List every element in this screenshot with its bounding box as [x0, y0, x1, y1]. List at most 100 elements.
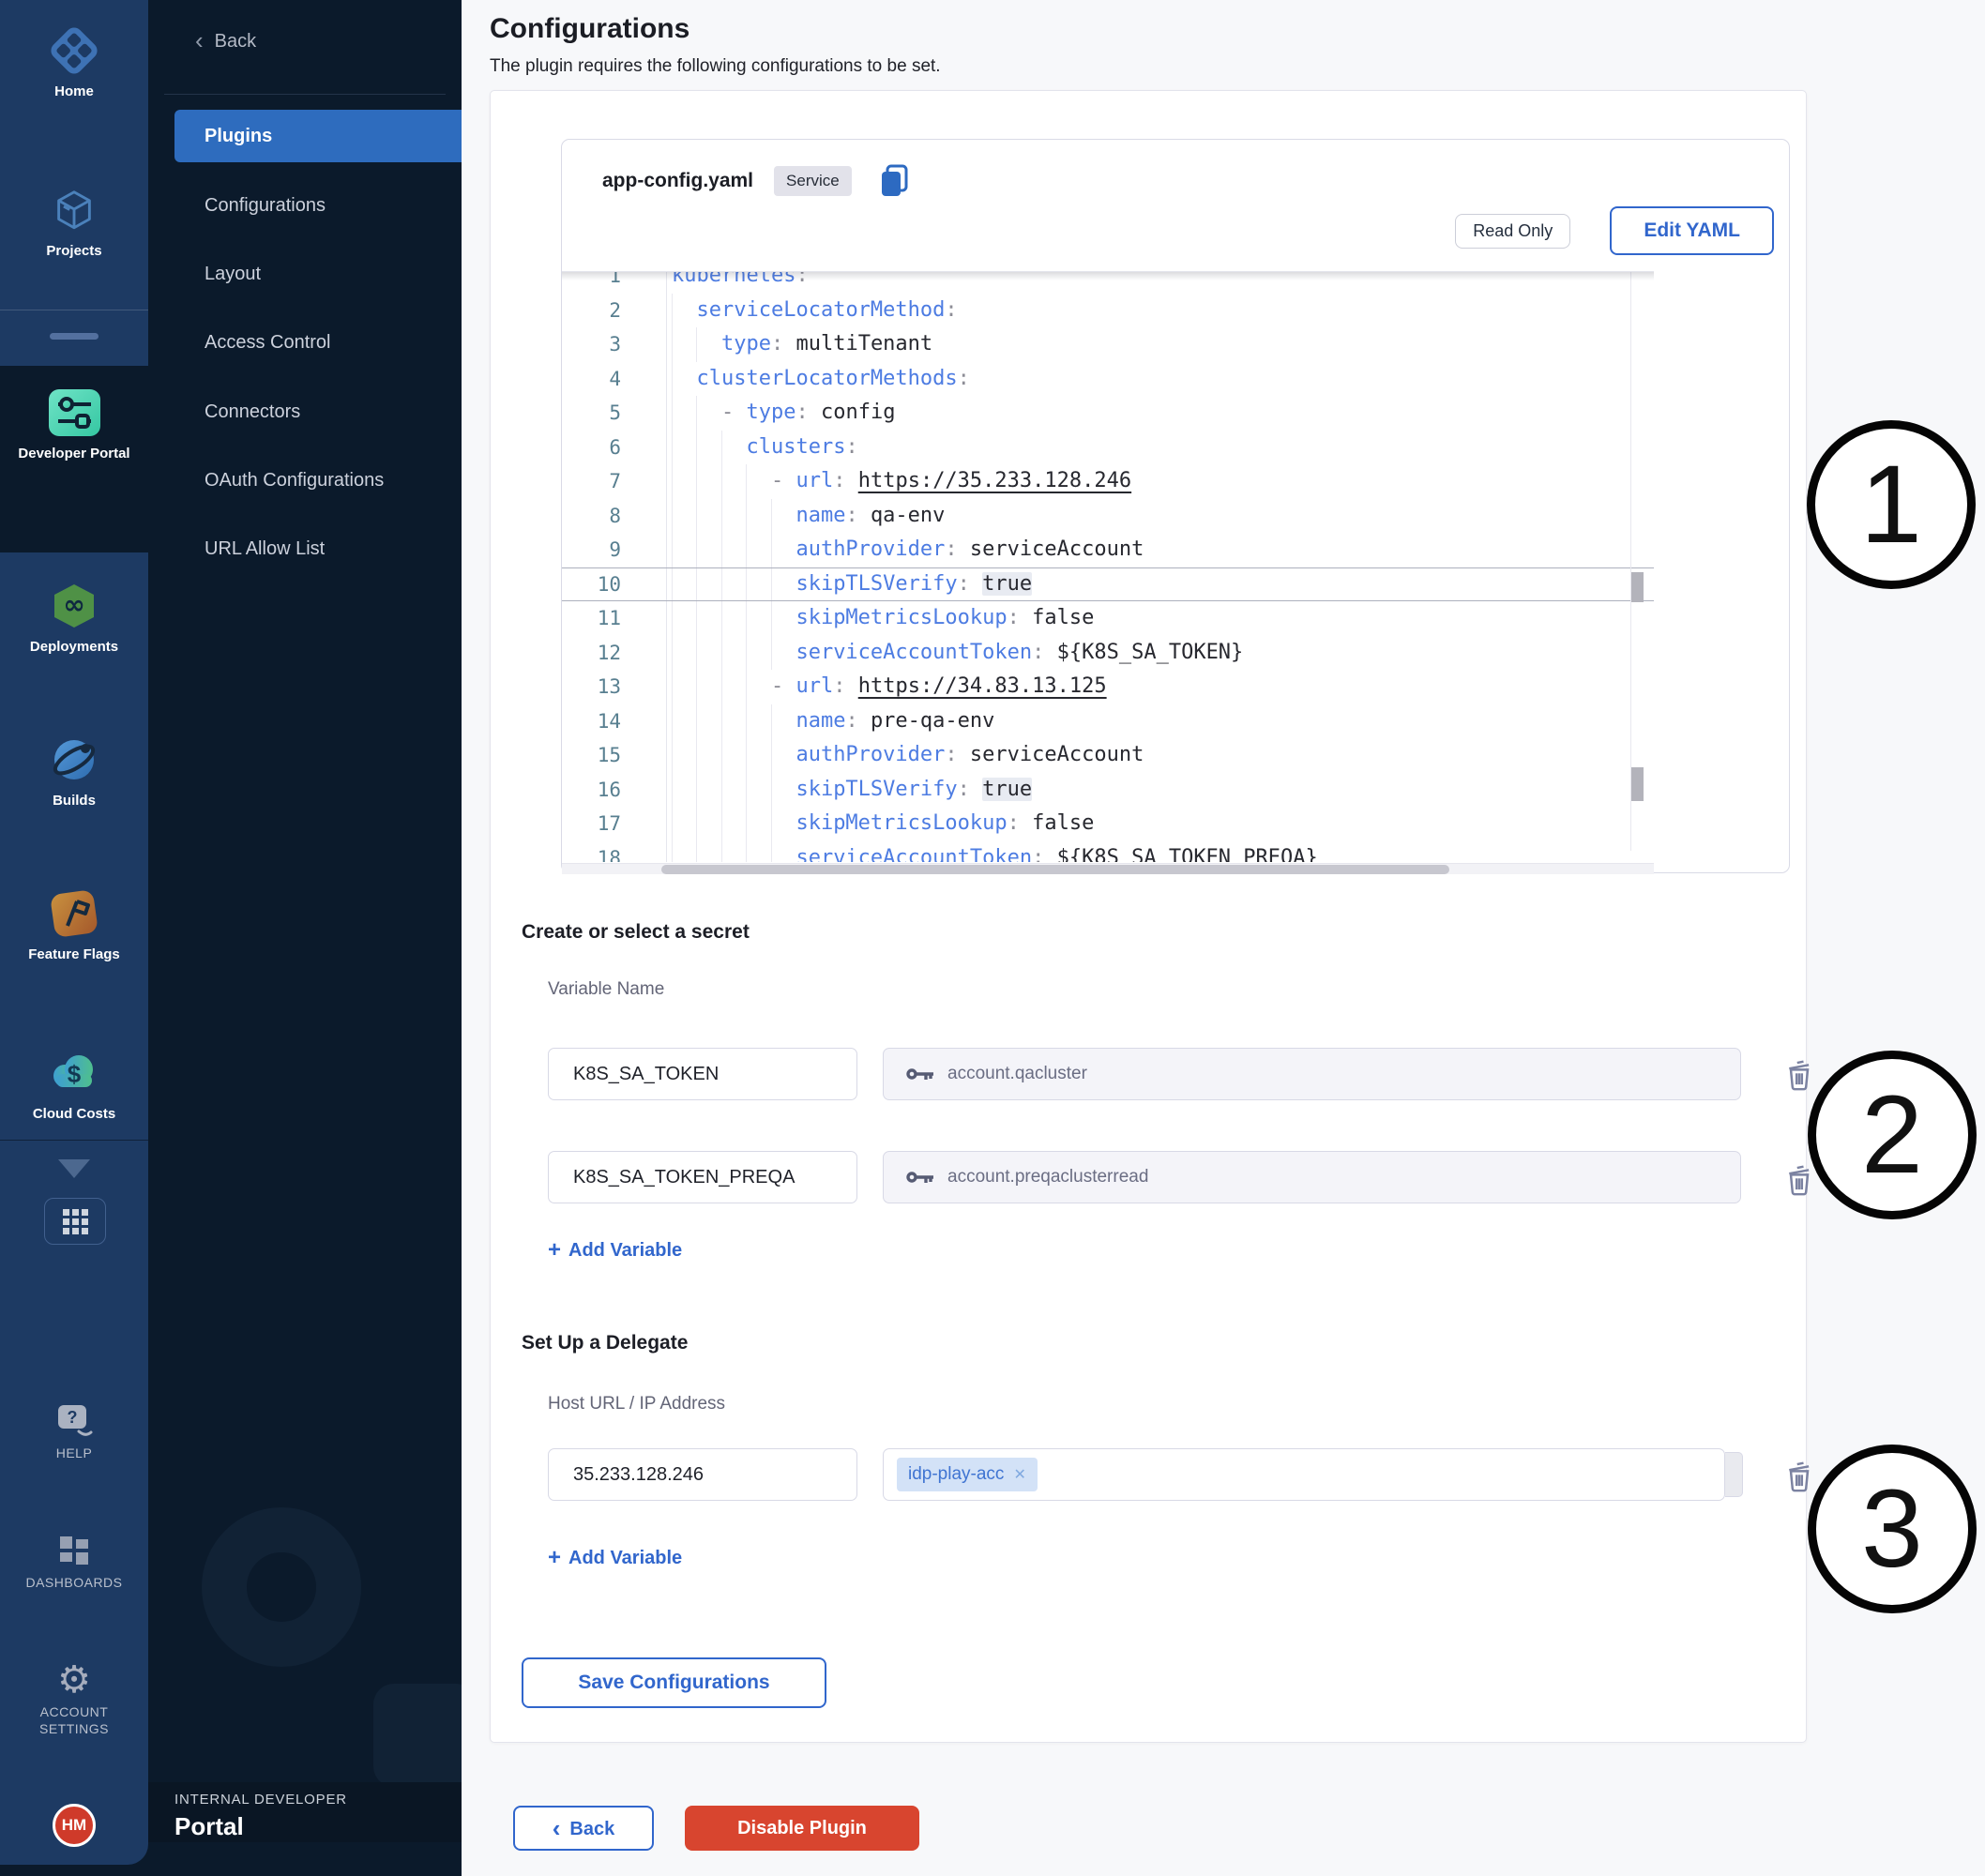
code-line-5: 5 - type: config	[562, 396, 1654, 431]
footer-product-name: Portal	[174, 1812, 244, 1841]
read-only-badge: Read Only	[1455, 214, 1570, 249]
host-url-input[interactable]: 35.233.128.246	[548, 1448, 857, 1501]
code-line-8: 8 name: qa-env	[562, 499, 1654, 534]
edit-yaml-button[interactable]: Edit YAML	[1610, 206, 1774, 255]
sidebar-expand-strip[interactable]	[0, 1140, 148, 1193]
chevron-down-icon	[58, 1159, 90, 1178]
plus-icon: +	[548, 1237, 561, 1263]
key-icon	[906, 1170, 934, 1185]
apps-grid-icon	[63, 1209, 88, 1234]
annotation-circle-3: 3	[1808, 1445, 1977, 1613]
plugin-sidebar: ‹Back Plugins Configurations Layout Acce…	[148, 0, 462, 1876]
delegate-tag-chip[interactable]: idp-play-acc ✕	[897, 1458, 1038, 1491]
code-line-3: 3 type: multiTenant	[562, 327, 1654, 362]
page-subtitle: The plugin requires the following config…	[490, 56, 941, 77]
chevron-left-icon: ‹	[553, 1814, 561, 1842]
delete-delegate-icon[interactable]	[1785, 1460, 1813, 1493]
gear-icon: ⚙	[0, 1658, 148, 1698]
code-line-12: 12 serviceAccountToken: ${K8S_SA_TOKEN}	[562, 636, 1654, 671]
disable-plugin-button[interactable]: Disable Plugin	[685, 1806, 919, 1851]
host-url-label: Host URL / IP Address	[548, 1394, 725, 1415]
code-line-4: 4 clusterLocatorMethods:	[562, 362, 1654, 397]
horizontal-scrollbar[interactable]	[562, 863, 1654, 874]
sidebar-item-developer-portal[interactable]: Developer Portal	[0, 388, 148, 462]
sidebar-item-help[interactable]: ? HELP	[0, 1403, 148, 1461]
tags-input-nub[interactable]	[1725, 1452, 1743, 1497]
dashboards-icon	[0, 1535, 148, 1568]
all-modules-button[interactable]	[44, 1198, 106, 1245]
projects-cube-icon	[0, 186, 148, 234]
sidebar-item-connectors[interactable]: Connectors	[205, 401, 448, 423]
deployments-icon: ∞	[0, 582, 148, 630]
sidebar-item-dashboards[interactable]: DASHBOARDS	[0, 1535, 148, 1591]
decor-square	[373, 1684, 462, 1787]
back-link[interactable]: ‹Back	[195, 26, 256, 55]
svg-text:?: ?	[68, 1408, 78, 1427]
footer-product-label: INTERNAL DEVELOPER	[174, 1792, 347, 1808]
code-line-16: 16 skipTLSVerify: true	[562, 773, 1654, 808]
secret-select-1[interactable]: account.qacluster	[883, 1048, 1741, 1100]
collapse-dash-icon	[50, 333, 98, 340]
sidebar-item-oauth-configurations[interactable]: OAuth Configurations	[205, 470, 448, 492]
save-configurations-button[interactable]: Save Configurations	[522, 1657, 826, 1708]
svg-text:∞: ∞	[63, 589, 84, 620]
sidebar-item-cloud-costs[interactable]: $ Cloud Costs	[0, 1049, 148, 1123]
yaml-code: 1kubernetes:2 serviceLocatorMethod:3 typ…	[562, 271, 1654, 862]
copy-icon[interactable]	[878, 163, 912, 199]
vertical-scrollbar-thumb-2[interactable]	[1631, 767, 1644, 801]
code-line-18: 18 serviceAccountToken: ${K8S_SA_TOKEN_P…	[562, 841, 1654, 863]
add-variable-link-secrets[interactable]: +Add Variable	[548, 1237, 682, 1263]
editor-header: app-config.yaml Service Read Only Edit Y…	[562, 140, 1789, 271]
cloud-costs-icon: $	[0, 1049, 148, 1097]
home-icon	[0, 26, 148, 75]
back-button[interactable]: ‹Back	[513, 1806, 654, 1851]
sidebar-item-builds[interactable]: Builds	[0, 735, 148, 809]
developer-portal-icon	[0, 388, 148, 437]
add-variable-link-delegate[interactable]: +Add Variable	[548, 1545, 682, 1571]
sidebar-item-layout[interactable]: Layout	[205, 264, 448, 285]
module-sidebar: Home Projects	[0, 0, 148, 1876]
service-badge: Service	[774, 166, 852, 196]
code-line-6: 6 clusters:	[562, 431, 1654, 465]
code-line-10: 10 skipTLSVerify: true	[562, 567, 1654, 602]
delegate-heading: Set Up a Delegate	[522, 1332, 688, 1354]
sidebar-item-feature-flags[interactable]: Feature Flags	[0, 889, 148, 963]
sidebar-item-deployments[interactable]: ∞ Deployments	[0, 582, 148, 656]
remove-tag-icon[interactable]: ✕	[1013, 1465, 1025, 1484]
delete-variable-icon-2[interactable]	[1785, 1163, 1813, 1197]
vertical-scrollbar-thumb[interactable]	[1631, 572, 1644, 602]
delegate-tags-input[interactable]: idp-play-acc ✕	[883, 1448, 1725, 1501]
sidebar-collapse-divider[interactable]	[0, 310, 148, 366]
yaml-editor: app-config.yaml Service Read Only Edit Y…	[561, 139, 1790, 873]
sidebar-item-access-control[interactable]: Access Control	[205, 332, 448, 354]
key-icon	[906, 1067, 934, 1082]
vertical-scrollbar-track	[1630, 272, 1631, 851]
plus-icon: +	[548, 1545, 561, 1570]
delete-variable-icon-1[interactable]	[1785, 1058, 1813, 1092]
sidebar-item-plugins[interactable]: Plugins	[205, 126, 448, 147]
secret-select-2[interactable]: account.preqaclusterread	[883, 1151, 1741, 1203]
code-line-13: 13 - url: https://34.83.13.125	[562, 670, 1654, 704]
page-title: Configurations	[490, 13, 689, 45]
code-line-14: 14 name: pre-qa-env	[562, 704, 1654, 739]
annotation-circle-2: 2	[1808, 1051, 1977, 1219]
code-line-15: 15 authProvider: serviceAccount	[562, 738, 1654, 773]
sidebar-item-projects[interactable]: Projects	[0, 186, 148, 260]
builds-icon	[0, 735, 148, 784]
feature-flags-icon	[0, 889, 148, 938]
yaml-code-viewport[interactable]: 1kubernetes:2 serviceLocatorMethod:3 typ…	[562, 271, 1654, 862]
filename: app-config.yaml	[602, 170, 753, 192]
user-avatar[interactable]: HM	[53, 1804, 96, 1847]
decor-ring	[202, 1507, 361, 1667]
variable-name-input-1[interactable]: K8S_SA_TOKEN	[548, 1048, 857, 1100]
code-line-2: 2 serviceLocatorMethod:	[562, 294, 1654, 328]
variable-name-label: Variable Name	[548, 979, 664, 1000]
sidebar-item-configurations[interactable]: Configurations	[205, 195, 448, 217]
sidebar-item-account-settings[interactable]: ⚙ ACCOUNT SETTINGS	[0, 1658, 148, 1737]
sidebar-item-home[interactable]: Home	[0, 26, 148, 100]
horizontal-scrollbar-thumb[interactable]	[661, 865, 1449, 874]
variable-name-input-2[interactable]: K8S_SA_TOKEN_PREQA	[548, 1151, 857, 1203]
help-chat-icon: ?	[0, 1403, 148, 1439]
secrets-heading: Create or select a secret	[522, 921, 750, 944]
sidebar-item-url-allow-list[interactable]: URL Allow List	[205, 538, 448, 560]
